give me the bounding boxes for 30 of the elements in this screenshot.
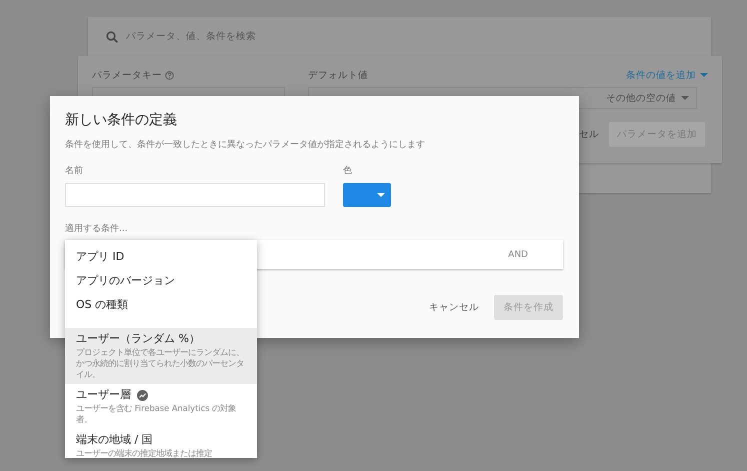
item-title: 端末の地域 / 国 xyxy=(76,433,153,447)
cancel-button[interactable]: キャンセル xyxy=(429,301,479,314)
dialog-title: 新しい条件の定義 xyxy=(65,111,178,129)
menu-item[interactable]: アプリ ID xyxy=(65,245,257,269)
dialog-description: 条件を使用して、条件が一致したときに異なったパラメータ値が指定されるようにします xyxy=(65,138,426,151)
color-picker[interactable] xyxy=(343,183,391,207)
menu-item[interactable]: ユーザー層 ユーザーを含む Firebase Analytics の対象者。 xyxy=(65,384,257,429)
help-icon xyxy=(165,70,174,80)
field-label: デフォルト値 xyxy=(308,68,368,82)
caret-icon xyxy=(681,96,689,100)
field-label: 色 xyxy=(343,164,352,177)
item-description: プロジェクト単位で各ユーザーにランダムに、かつ永続的に割り当てられた小数のパーセンタイル。 xyxy=(76,347,245,380)
item-description: ユーザーを含む Firebase Analytics の対象者。 xyxy=(76,403,238,425)
search-field[interactable]: パラメータ、値、条件を検索 xyxy=(126,31,426,42)
caret-icon xyxy=(700,73,708,77)
item-title: ユーザー層 xyxy=(76,388,131,402)
field-label: 名前 xyxy=(65,164,84,177)
menu-item[interactable]: アプリのバージョン xyxy=(65,269,257,293)
menu-item[interactable]: OS の種類 xyxy=(65,293,257,317)
cancel-button[interactable]: セル xyxy=(579,128,599,141)
field-label: パラメータキー xyxy=(92,68,162,82)
item-description: ユーザーの端末の推定地域または推定 xyxy=(76,448,213,458)
field-label: 適用する条件... xyxy=(65,222,129,235)
chart-icon xyxy=(137,390,148,400)
menu-item[interactable]: ユーザー（ランダム %） プロジェクト単位で各ユーザーにランダムに、かつ永続的に割り当てられた小数のパーセンタイル。 xyxy=(65,328,257,384)
item-title: ユーザー（ランダム %） xyxy=(76,332,200,346)
menu-item[interactable]: 端末の地域 / 国 ユーザーの端末の推定地域または推定 xyxy=(65,429,257,458)
name-field[interactable] xyxy=(65,183,325,207)
search-icon xyxy=(106,30,118,42)
operator-label: AND xyxy=(508,250,528,260)
